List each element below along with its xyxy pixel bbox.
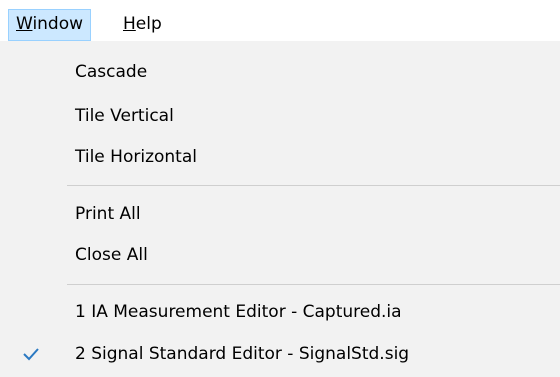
- menu-item-tile-vertical-label: Tile Vertical: [75, 106, 174, 126]
- menu-item-tile-horizontal-label: Tile Horizontal: [75, 147, 197, 167]
- menu-separator: [67, 185, 560, 186]
- menu-bar: Window Help: [0, 0, 560, 41]
- menu-help-mnemonic: H: [123, 14, 136, 34]
- menu-window-mnemonic: W: [16, 14, 33, 34]
- menu-item-window-2[interactable]: 2 Signal Standard Editor - SignalStd.sig: [0, 335, 560, 373]
- menu-item-print-all-label: Print All: [75, 204, 141, 224]
- menu-item-print-all[interactable]: Print All: [0, 195, 560, 233]
- checkmark-icon: [23, 348, 39, 361]
- menu-window[interactable]: Window: [8, 9, 92, 41]
- menu-item-window-1[interactable]: 1 IA Measurement Editor - Captured.ia: [0, 293, 560, 331]
- menu-window-label: indow: [32, 14, 84, 34]
- menu-item-window-2-label: 2 Signal Standard Editor - SignalStd.sig: [75, 344, 410, 364]
- menu-item-cascade-label: Cascade: [75, 62, 148, 82]
- menu-item-close-all-label: Close All: [75, 245, 148, 265]
- menu-help[interactable]: Help: [115, 9, 170, 41]
- menu-item-window-1-label: 1 IA Measurement Editor - Captured.ia: [75, 302, 402, 322]
- menu-item-close-all[interactable]: Close All: [0, 236, 560, 274]
- menu-item-tile-horizontal[interactable]: Tile Horizontal: [0, 138, 560, 176]
- menu-help-label: elp: [135, 14, 162, 34]
- menu-separator: [67, 284, 560, 285]
- menu-item-tile-vertical[interactable]: Tile Vertical: [0, 97, 560, 135]
- window-menu-dropdown: Cascade Tile Vertical Tile Horizontal Pr…: [0, 41, 560, 377]
- menu-item-cascade[interactable]: Cascade: [0, 53, 560, 91]
